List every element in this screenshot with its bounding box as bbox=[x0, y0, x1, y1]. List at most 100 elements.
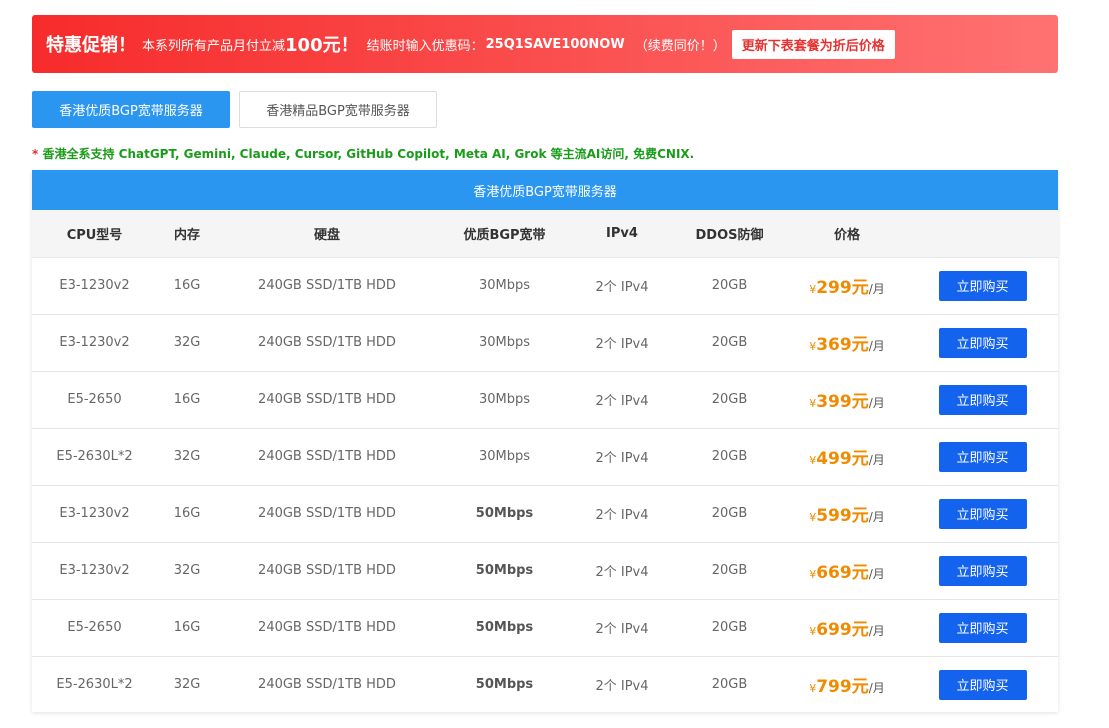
cell-bandwidth: 30Mbps bbox=[478, 449, 531, 464]
cell-ddos: 20GB bbox=[711, 563, 748, 578]
price-period: /月 bbox=[868, 282, 885, 296]
cell-cpu: E5-2630L*2 bbox=[56, 677, 133, 693]
table-row: E5-2630L*2 32G 240GB SSD/1TB HDD 30Mbps 2个 I… bbox=[32, 428, 1058, 485]
cell-price: ¥699元/月 bbox=[787, 599, 907, 656]
promo-banner: 特惠促销！ 本系列所有产品月付立减 100元！ 结账时输入优惠码： 25Q1SA… bbox=[32, 15, 1058, 73]
pricing-table: CPU型号 内存 硬盘 优质BGP宽带 IPv4 DDOS防御 价格 E3-12… bbox=[32, 210, 1058, 713]
table-row: E3-1230v2 16G 240GB SSD/1TB HDD 30Mbps 2个 IP… bbox=[32, 257, 1058, 314]
price-value: 699元 bbox=[816, 620, 869, 640]
cell-action: 立即购买 bbox=[907, 257, 1058, 314]
cell-ddos: 20GB bbox=[711, 335, 748, 350]
cell-ram: 16G bbox=[173, 392, 201, 407]
cell-bandwidth: 50Mbps bbox=[475, 563, 534, 578]
cell-cpu: E5-2650 bbox=[67, 392, 122, 407]
table-row: E5-2630L*2 32G 240GB SSD/1TB HDD 50Mbps 2个 I… bbox=[32, 656, 1058, 713]
cell-bandwidth: 50Mbps bbox=[475, 620, 534, 635]
server-tabs: 香港优质BGP宽带服务器 香港精品BGP宽带服务器 bbox=[32, 91, 437, 128]
cell-disk: 240GB SSD/1TB HDD bbox=[258, 449, 396, 464]
table-row: E3-1230v2 16G 240GB SSD/1TB HDD 50Mbps 2个 IP… bbox=[32, 485, 1058, 542]
buy-now-button[interactable]: 立即购买 bbox=[938, 270, 1027, 301]
cell-ram: 32G bbox=[173, 677, 201, 693]
cell-cpu: E3-1230v2 bbox=[59, 278, 130, 293]
cell-ipv4: 2个 IPv4 bbox=[595, 679, 649, 695]
buy-now-button[interactable]: 立即购买 bbox=[938, 498, 1027, 529]
cell-ipv4: 2个 IPv4 bbox=[595, 565, 649, 580]
cell-ipv4: 2个 IPv4 bbox=[595, 508, 649, 523]
cell-cpu: E3-1230v2 bbox=[59, 563, 130, 578]
cell-ram: 16G bbox=[173, 506, 201, 521]
cell-ddos: 20GB bbox=[711, 278, 748, 293]
promo-renew-note: （续费同价！） bbox=[634, 38, 726, 54]
promo-headline: 特惠促销！ bbox=[46, 35, 136, 56]
header-cpu: CPU型号 bbox=[66, 227, 123, 243]
buy-now-button[interactable]: 立即购买 bbox=[938, 441, 1027, 472]
cell-price: ¥399元/月 bbox=[787, 371, 907, 428]
cell-ram: 32G bbox=[173, 335, 201, 350]
cell-ddos: 20GB bbox=[711, 506, 748, 521]
cell-ipv4: 2个 IPv4 bbox=[595, 622, 649, 637]
price-period: /月 bbox=[868, 453, 885, 467]
cell-ipv4: 2个 IPv4 bbox=[595, 280, 649, 295]
price-period: /月 bbox=[868, 567, 885, 581]
cell-ipv4: 2个 IPv4 bbox=[595, 451, 649, 466]
cell-ddos: 20GB bbox=[711, 677, 748, 693]
price-period: /月 bbox=[868, 510, 885, 524]
cell-action: 立即购买 bbox=[907, 485, 1058, 542]
table-row: E5-2650 16G 240GB SSD/1TB HDD 50Mbps 2个 IPv4… bbox=[32, 599, 1058, 656]
buy-now-button[interactable]: 立即购买 bbox=[938, 669, 1027, 700]
cell-bandwidth: 30Mbps bbox=[478, 392, 531, 407]
cell-cpu: E5-2630L*2 bbox=[56, 449, 133, 464]
buy-now-button[interactable]: 立即购买 bbox=[938, 612, 1027, 643]
ai-support-note: * 香港全系支持 ChatGPT, Gemini, Claude, Cursor… bbox=[32, 145, 694, 162]
update-prices-button[interactable]: 更新下表套餐为折后价格 bbox=[731, 29, 895, 59]
cell-price: ¥369元/月 bbox=[787, 314, 907, 371]
header-ipv4: IPv4 bbox=[606, 225, 638, 241]
cell-price: ¥799元/月 bbox=[787, 656, 907, 713]
cell-action: 立即购买 bbox=[907, 428, 1058, 485]
price-value: 499元 bbox=[816, 449, 869, 469]
price-value: 369元 bbox=[816, 335, 869, 355]
cell-bandwidth: 30Mbps bbox=[478, 335, 531, 350]
cell-action: 立即购买 bbox=[907, 542, 1058, 599]
price-period: /月 bbox=[868, 396, 885, 410]
price-value: 669元 bbox=[816, 563, 869, 583]
table-header-row: CPU型号 内存 硬盘 优质BGP宽带 IPv4 DDOS防御 价格 bbox=[32, 210, 1058, 257]
cell-disk: 240GB SSD/1TB HDD bbox=[258, 620, 396, 635]
cell-disk: 240GB SSD/1TB HDD bbox=[258, 392, 396, 407]
price-value: 399元 bbox=[816, 392, 869, 412]
price-period: /月 bbox=[868, 681, 885, 696]
table-row: E3-1230v2 32G 240GB SSD/1TB HDD 30Mbps 2个 IP… bbox=[32, 314, 1058, 371]
tab-hk-premium-bgp[interactable]: 香港优质BGP宽带服务器 bbox=[32, 91, 230, 128]
cell-action: 立即购买 bbox=[907, 599, 1058, 656]
cell-disk: 240GB SSD/1TB HDD bbox=[258, 677, 396, 693]
promo-discount: 100元！ bbox=[285, 35, 359, 56]
price-value: 799元 bbox=[816, 677, 869, 698]
buy-now-button[interactable]: 立即购买 bbox=[938, 555, 1027, 586]
tab-hk-boutique-bgp[interactable]: 香港精品BGP宽带服务器 bbox=[239, 91, 437, 128]
cell-price: ¥299元/月 bbox=[787, 257, 907, 314]
pricing-panel: 香港优质BGP宽带服务器 CPU型号 内存 硬盘 优质BGP宽带 IPv4 DD… bbox=[32, 170, 1058, 712]
header-ddos: DDOS防御 bbox=[695, 227, 764, 243]
cell-action: 立即购买 bbox=[907, 314, 1058, 371]
price-value: 599元 bbox=[816, 506, 869, 526]
header-bandwidth: 优质BGP宽带 bbox=[463, 227, 546, 243]
price-period: /月 bbox=[868, 339, 885, 353]
cell-ram: 16G bbox=[173, 278, 201, 293]
cell-bandwidth: 50Mbps bbox=[475, 677, 534, 693]
buy-now-button[interactable]: 立即购买 bbox=[938, 384, 1027, 415]
buy-now-button[interactable]: 立即购买 bbox=[938, 327, 1027, 358]
cell-price: ¥499元/月 bbox=[787, 428, 907, 485]
cell-ipv4: 2个 IPv4 bbox=[595, 394, 649, 409]
cell-price: ¥599元/月 bbox=[787, 485, 907, 542]
cell-action: 立即购买 bbox=[907, 656, 1058, 713]
cell-ram: 32G bbox=[173, 563, 201, 578]
price-value: 299元 bbox=[816, 278, 869, 298]
cell-disk: 240GB SSD/1TB HDD bbox=[258, 506, 396, 521]
promo-code-label: 结账时输入优惠码： bbox=[366, 38, 484, 54]
promo-description: 本系列所有产品月付立减 bbox=[142, 38, 286, 54]
header-price: 价格 bbox=[833, 227, 860, 243]
cell-bandwidth: 50Mbps bbox=[475, 506, 534, 521]
cell-ram: 16G bbox=[173, 620, 201, 635]
cell-ddos: 20GB bbox=[711, 449, 748, 464]
cell-disk: 240GB SSD/1TB HDD bbox=[258, 278, 396, 293]
